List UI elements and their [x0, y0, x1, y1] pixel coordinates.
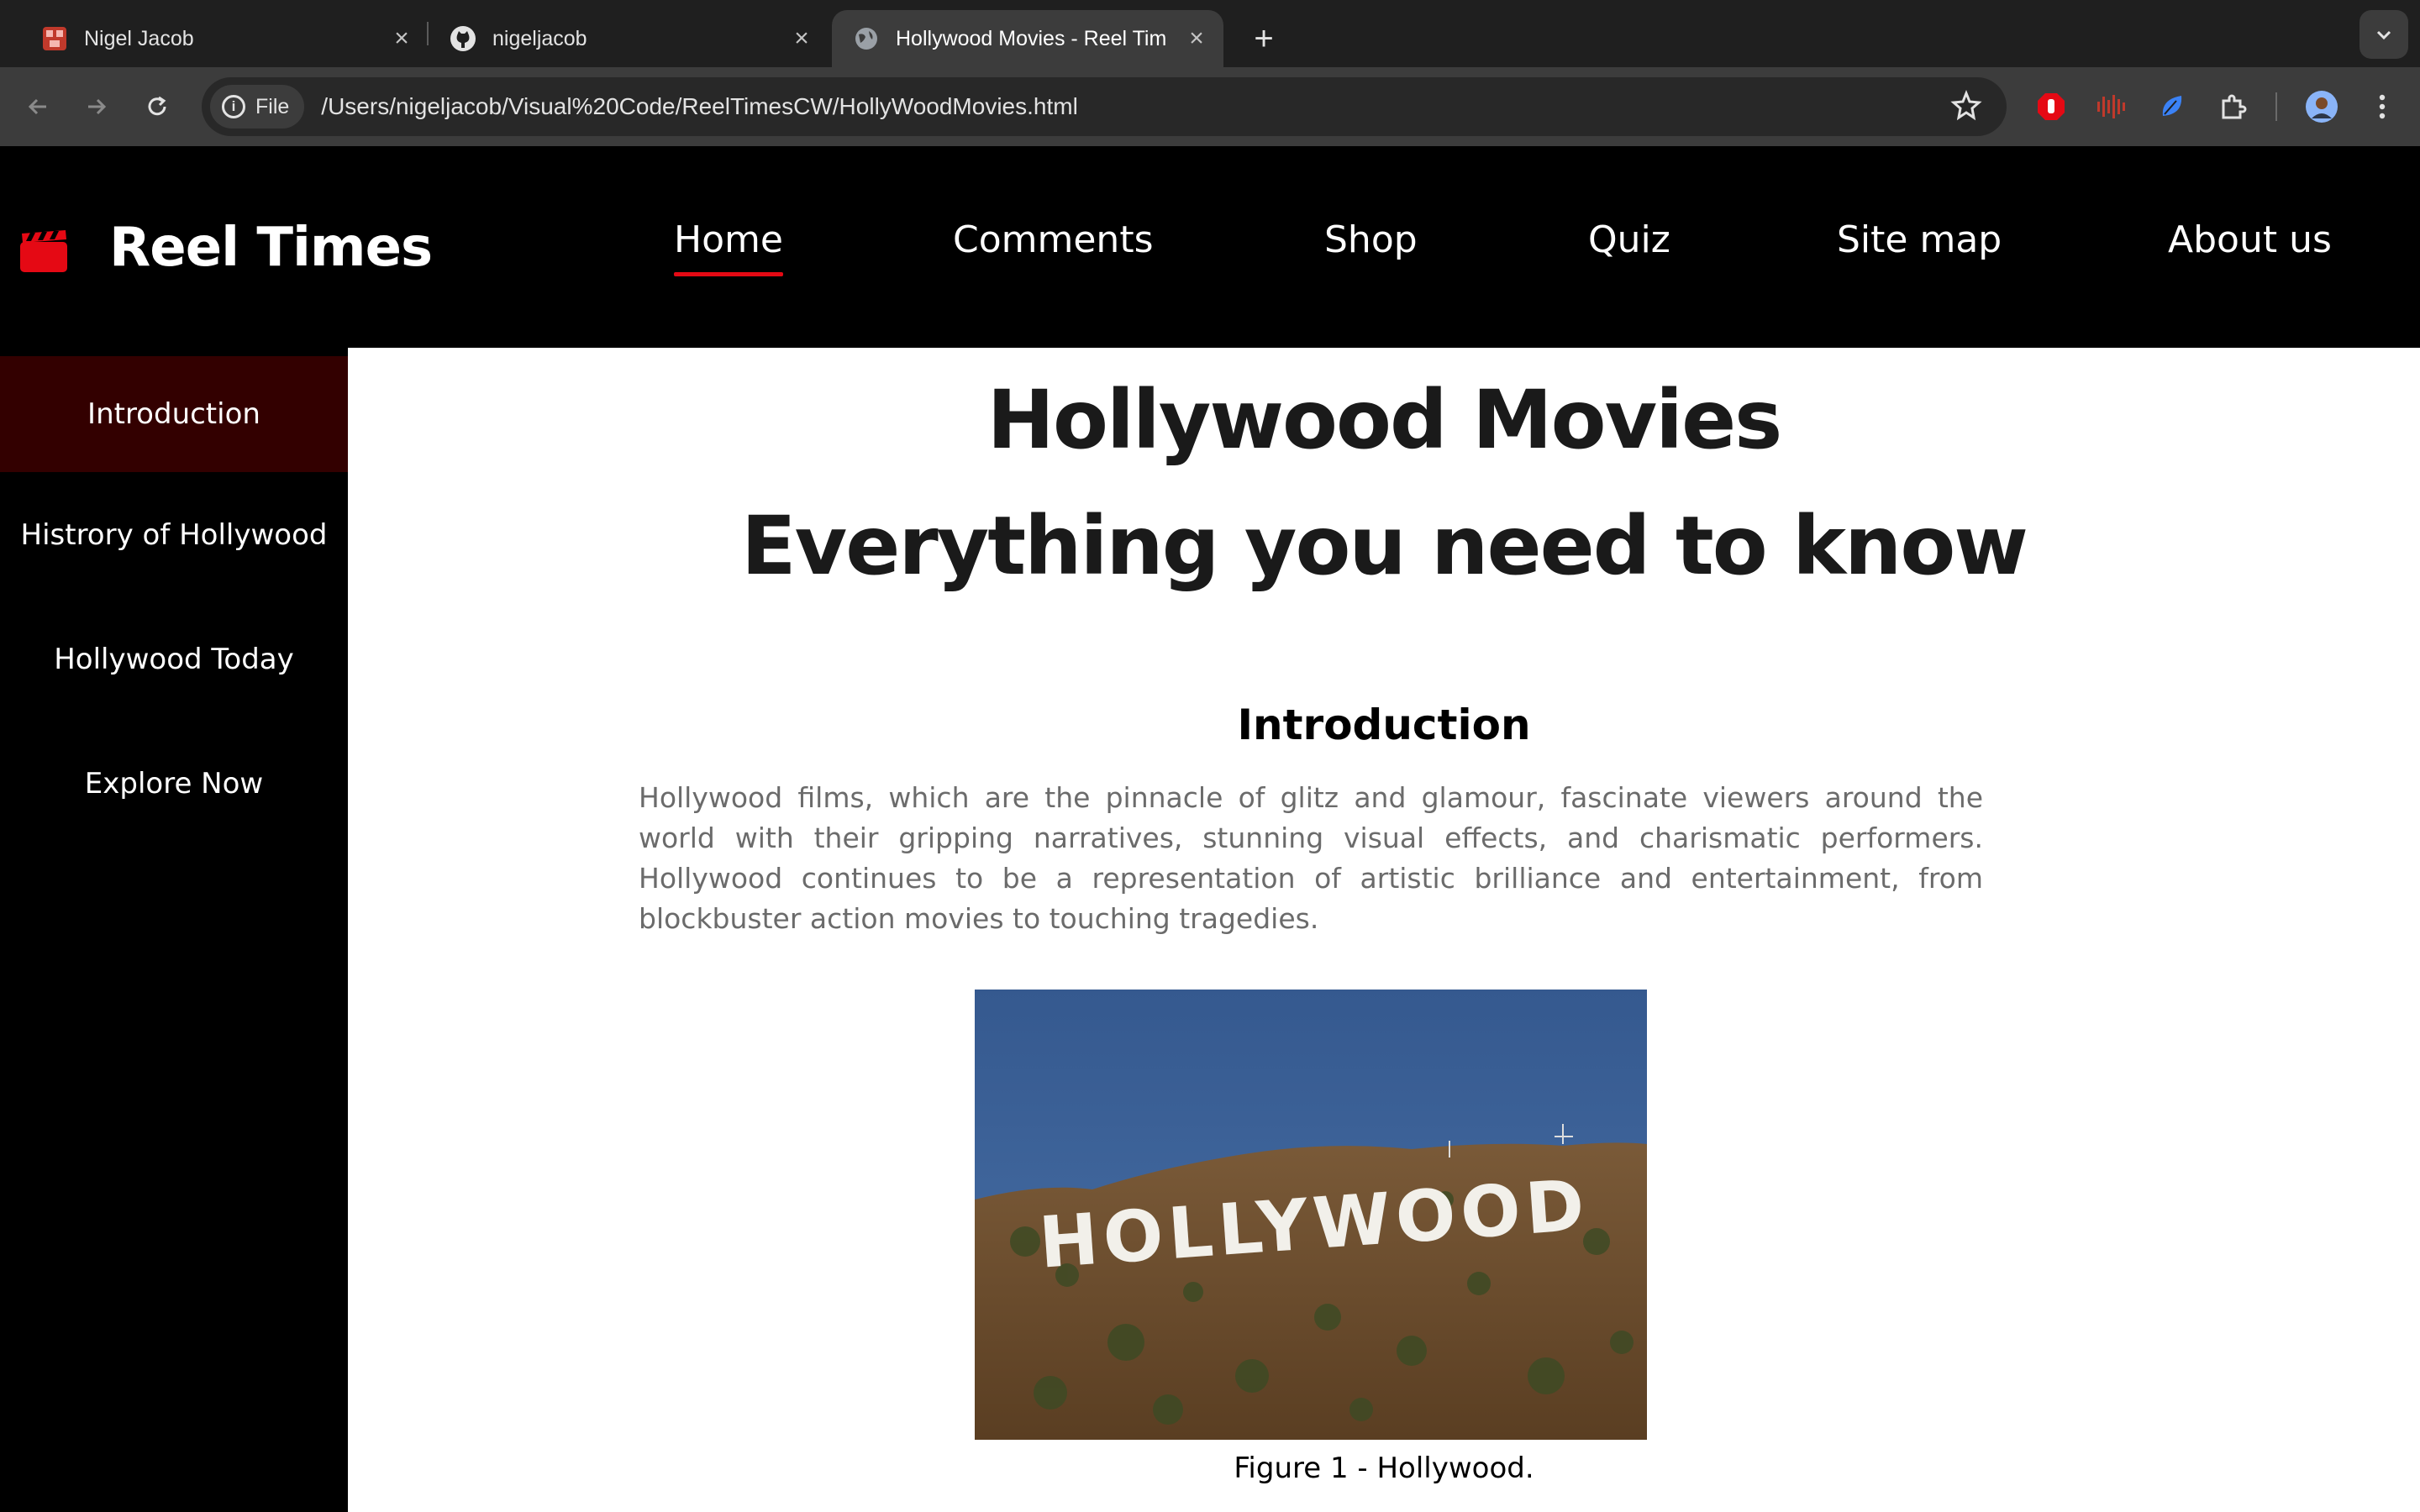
- tab-close-icon[interactable]: ×: [1181, 24, 1212, 53]
- info-icon: i: [222, 95, 245, 118]
- profile-favicon-icon: [40, 24, 69, 53]
- browser-tab-hollywood-movies[interactable]: Hollywood Movies - Reel Tim ×: [832, 10, 1223, 67]
- globe-icon: [852, 24, 881, 53]
- nav-shop[interactable]: Shop: [1324, 218, 1418, 261]
- browser-tab-title: nigeljacob: [492, 26, 587, 50]
- forward-button[interactable]: [76, 86, 118, 128]
- extensions-button[interactable]: [2212, 86, 2254, 128]
- stop-hand-icon: [2038, 93, 2065, 120]
- leaf-icon: [2162, 96, 2182, 116]
- profile-avatar-button[interactable]: [2301, 86, 2343, 128]
- hollywood-sign-image: HOLLYWOOD: [975, 990, 1647, 1440]
- browser-tab-github[interactable]: nigeljacob ×: [429, 10, 829, 67]
- page-title: Hollywood Movies: [986, 373, 1783, 467]
- tab-close-icon[interactable]: ×: [786, 24, 817, 53]
- nav-about-us[interactable]: About us: [2168, 218, 2332, 261]
- sidebar-item-hollywood-today[interactable]: Hollywood Today: [0, 605, 348, 714]
- browser-tab-strip: Nigel Jacob × nigeljacob × Hollywood Mov…: [0, 0, 2420, 67]
- reload-button[interactable]: [136, 86, 178, 128]
- url-text[interactable]: /Users/nigeljacob/Visual%20Code/ReelTime…: [321, 93, 1078, 120]
- site-header: Reel Times Home Comments Shop Quiz Site …: [0, 146, 2420, 348]
- tab-close-icon[interactable]: ×: [387, 24, 417, 53]
- sidebar-item-explore-now[interactable]: Explore Now: [0, 729, 348, 838]
- browser-tab-nigel-jacob[interactable]: Nigel Jacob ×: [20, 10, 429, 67]
- nav-home[interactable]: Home: [674, 218, 783, 276]
- browser-tab-title: Hollywood Movies - Reel Tim: [896, 26, 1167, 50]
- page-sidebar: Introduction Histrory of Hollywood Holly…: [0, 348, 348, 1512]
- main-content: Hollywood Movies Everything you need to …: [348, 348, 2420, 1512]
- nav-quiz[interactable]: Quiz: [1588, 218, 1670, 261]
- clapperboard-icon: [20, 230, 67, 272]
- github-icon: [449, 24, 477, 53]
- toolbar-divider: [2275, 92, 2277, 121]
- waveform-icon: [2097, 95, 2125, 118]
- audio-extension-button[interactable]: [2091, 86, 2133, 128]
- tab-search-button[interactable]: [2360, 10, 2408, 59]
- page-subtitle: Everything you need to know: [741, 499, 2028, 593]
- sidebar-item-introduction[interactable]: Introduction: [0, 356, 348, 472]
- back-button[interactable]: [17, 86, 59, 128]
- nav-site-map[interactable]: Site map: [1837, 218, 2002, 261]
- intro-paragraph: Hollywood films, which are the pinnacle …: [639, 781, 1983, 935]
- kebab-menu-icon: [2379, 94, 2386, 119]
- avatar-icon: [2306, 91, 2338, 123]
- browser-toolbar: i File /Users/nigeljacob/Visual%20Code/R…: [0, 67, 2420, 146]
- bookmark-star-icon[interactable]: [1949, 89, 1983, 123]
- site-info-label: File: [255, 94, 290, 118]
- figure-caption: Figure 1 - Hollywood.: [1234, 1452, 1534, 1485]
- adblock-extension-button[interactable]: [2030, 86, 2072, 128]
- browser-menu-button[interactable]: [2361, 86, 2403, 128]
- arrow-right-icon: [88, 98, 107, 115]
- address-bar[interactable]: i File /Users/nigeljacob/Visual%20Code/R…: [202, 77, 2007, 136]
- sidebar-item-history[interactable]: Histrory of Hollywood: [0, 480, 348, 590]
- site-logo-text[interactable]: Reel Times: [109, 217, 433, 279]
- reload-icon: [148, 96, 166, 116]
- leaf-extension-button[interactable]: [2151, 86, 2193, 128]
- arrow-left-icon: [28, 98, 46, 115]
- new-tab-button[interactable]: +: [1240, 15, 1287, 62]
- nav-comments[interactable]: Comments: [953, 218, 1154, 261]
- browser-tab-title: Nigel Jacob: [84, 26, 194, 50]
- puzzle-icon: [2222, 94, 2247, 119]
- site-info-chip[interactable]: i File: [210, 85, 305, 129]
- chevron-down-icon: [2376, 30, 2391, 40]
- section-heading: Introduction: [1237, 701, 1531, 749]
